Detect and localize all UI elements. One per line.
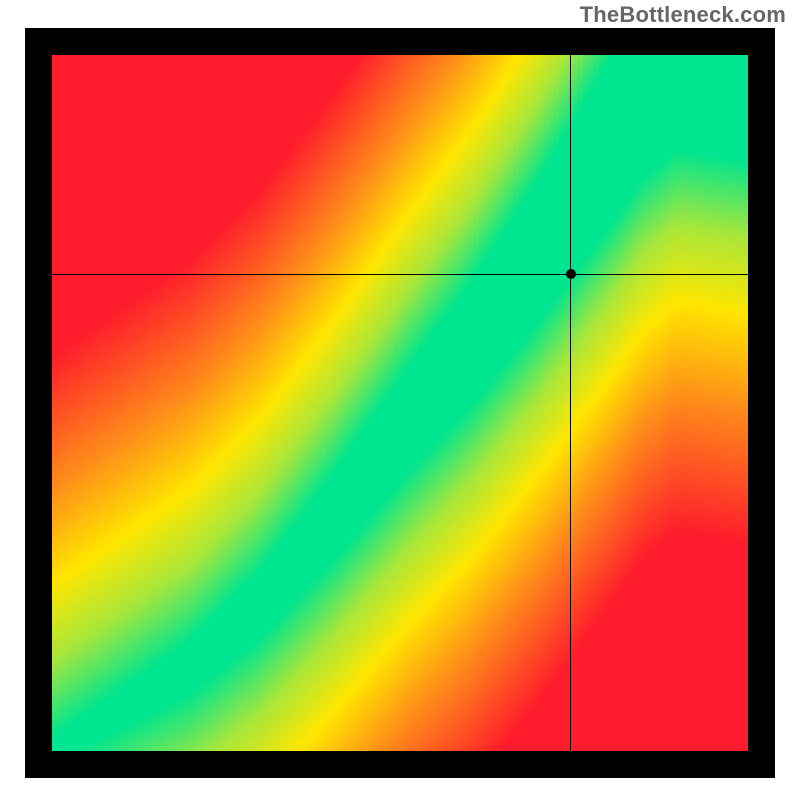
watermark-text: TheBottleneck.com [580, 2, 786, 28]
chart-stage: TheBottleneck.com [0, 0, 800, 800]
heatmap-canvas [52, 55, 748, 751]
plot-frame [25, 28, 775, 778]
crosshair-vertical [570, 55, 571, 751]
selection-marker [566, 269, 576, 279]
crosshair-horizontal [52, 274, 748, 275]
